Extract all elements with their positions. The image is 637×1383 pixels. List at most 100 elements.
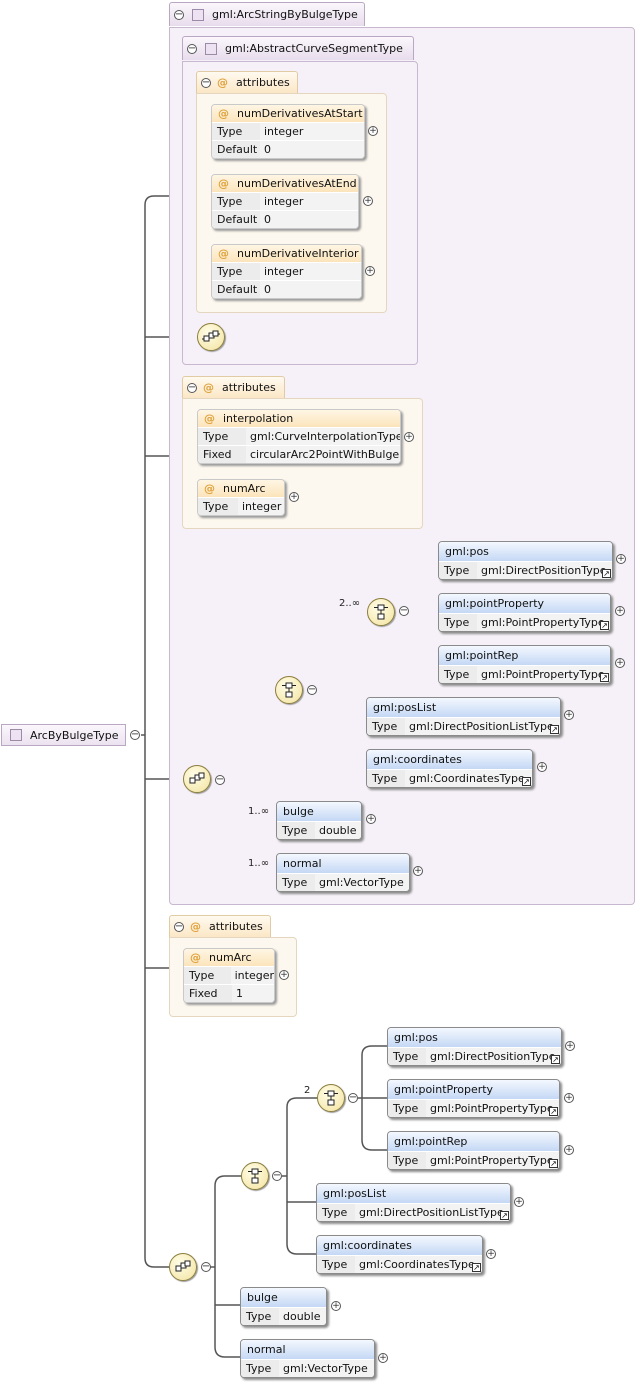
base-attributes-tab[interactable]: − @ attributes [182, 376, 285, 398]
element-name: gml:pointRep [388, 1132, 559, 1151]
attribute-numArc-own[interactable]: @ numArc Type integer Fixed 1 [183, 948, 275, 1003]
attribute-numDerivativeInterior[interactable]: @ numDerivativeInterior Type integer Defau… [211, 244, 362, 299]
reference-arrow-icon[interactable]: ↗ [549, 1107, 558, 1116]
sequence-compositor[interactable] [197, 323, 225, 351]
element-gml-pointProperty[interactable]: gml:pointProperty Type gml:PointPropertyT… [438, 593, 611, 632]
sequence-icon [248, 1168, 262, 1184]
row-value: 0 [260, 141, 364, 158]
expand-button[interactable]: + [615, 658, 625, 668]
attribute-numArc[interactable]: @ numArc Type integer [197, 479, 285, 516]
expand-button[interactable]: + [404, 432, 414, 442]
row-key: Fixed [198, 446, 246, 463]
reference-arrow-icon[interactable]: ↗ [602, 569, 611, 578]
sequence-compositor[interactable] [275, 676, 303, 704]
collapse-abstract-type-button[interactable]: − [187, 43, 197, 54]
expand-button[interactable]: + [537, 762, 547, 772]
sequence-compositor[interactable] [241, 1162, 269, 1190]
expand-button[interactable]: + [564, 1145, 574, 1155]
expand-button[interactable]: + [564, 1093, 574, 1103]
element-gml-posList[interactable]: gml:posList Type gml:DirectPositionListTy… [366, 697, 561, 736]
row-key: Default [212, 211, 260, 228]
row-value: 0 [260, 281, 361, 298]
expand-button[interactable]: + [565, 1041, 575, 1051]
expand-button[interactable]: + [616, 554, 626, 564]
element-normal[interactable]: normal Type gml:VectorType [276, 853, 410, 892]
collapse-attributes-button[interactable]: − [201, 77, 211, 88]
collapse-sequence-button[interactable]: − [201, 1262, 211, 1272]
element-name: gml:posList [367, 698, 560, 717]
attribute-numDerivativesAtEnd[interactable]: @ numDerivativesAtEnd Type integer Default… [211, 174, 359, 229]
element-gml-pos[interactable]: gml:pos Type gml:DirectPositionType ↗ [387, 1027, 562, 1066]
attribute-icon: @ [203, 381, 214, 394]
element-name: gml:posList [317, 1184, 510, 1203]
element-gml-pointRep[interactable]: gml:pointRep Type gml:PointPropertyType ↗ [438, 645, 611, 684]
expand-button[interactable]: + [413, 866, 423, 876]
row-value: integer [260, 193, 358, 210]
expand-button[interactable]: + [564, 710, 574, 720]
sequence-icon [282, 682, 296, 698]
expand-button[interactable]: + [289, 492, 299, 502]
expand-button[interactable]: + [615, 606, 625, 616]
expand-button[interactable]: + [279, 970, 289, 980]
collapse-base-type-button[interactable]: − [174, 9, 184, 20]
attribute-interpolation[interactable]: @ interpolation Type gml:CurveInterpolatio… [197, 409, 401, 464]
row-key: Default [212, 281, 260, 298]
type-key: Type [388, 1100, 426, 1117]
element-bulge[interactable]: bulge Type double [240, 1287, 327, 1326]
reference-arrow-icon[interactable]: ↗ [600, 673, 609, 682]
expand-button[interactable]: + [331, 1301, 341, 1311]
expand-button[interactable]: + [486, 1249, 496, 1259]
element-gml-pointProperty[interactable]: gml:pointProperty Type gml:PointPropertyT… [387, 1079, 560, 1118]
root-element[interactable]: ArcByBulgeType [1, 724, 126, 746]
element-gml-coordinates[interactable]: gml:coordinates Type gml:CoordinatesType … [366, 749, 533, 788]
element-name: normal [277, 854, 409, 873]
collapse-root-button[interactable]: − [130, 730, 140, 740]
attribute-name: numArc [223, 482, 266, 495]
expand-button[interactable]: + [365, 266, 375, 276]
element-gml-posList[interactable]: gml:posList Type gml:DirectPositionListTy… [316, 1183, 511, 1222]
attribute-icon: @ [217, 76, 228, 89]
element-gml-pos[interactable]: gml:pos Type gml:DirectPositionType ↗ [438, 541, 613, 580]
collapse-choice-button[interactable]: − [348, 1093, 358, 1103]
reference-arrow-icon[interactable]: ↗ [500, 1211, 509, 1220]
collapse-attributes-button[interactable]: − [187, 382, 197, 393]
attribute-name: interpolation [223, 412, 294, 425]
row-key: Type [198, 498, 238, 515]
reference-arrow-icon[interactable]: ↗ [522, 777, 531, 786]
reference-arrow-icon[interactable]: ↗ [600, 621, 609, 630]
abstract-type-tab[interactable]: − gml:AbstractCurveSegmentType [182, 36, 414, 60]
element-name: gml:coordinates [317, 1236, 482, 1255]
element-gml-coordinates[interactable]: gml:coordinates Type gml:CoordinatesType … [316, 1235, 483, 1274]
collapse-sequence-button[interactable]: − [272, 1171, 282, 1181]
expand-button[interactable]: + [368, 126, 378, 136]
base-type-tab[interactable]: − gml:ArcStringByBulgeType [169, 2, 365, 26]
reference-arrow-icon[interactable]: ↗ [549, 1159, 558, 1168]
expand-button[interactable]: + [363, 196, 373, 206]
element-bulge[interactable]: bulge Type double [276, 801, 362, 840]
sequence-compositor[interactable] [183, 765, 211, 793]
attribute-numDerivativesAtStart[interactable]: @ numDerivativesAtStart Type integer Defau… [211, 104, 365, 159]
reference-arrow-icon[interactable]: ↗ [472, 1263, 481, 1272]
type-key: Type [367, 770, 405, 787]
own-attributes-tab[interactable]: − @ attributes [169, 915, 271, 937]
collapse-choice-button[interactable]: − [399, 606, 409, 616]
type-key: Type [241, 1308, 279, 1325]
abstract-attributes-tab[interactable]: − @ attributes [196, 71, 298, 93]
expand-button[interactable]: + [378, 1353, 388, 1363]
type-key: Type [367, 718, 405, 735]
reference-arrow-icon[interactable]: ↗ [550, 725, 559, 734]
collapse-sequence-button[interactable]: − [307, 685, 317, 695]
element-gml-pointRep[interactable]: gml:pointRep Type gml:PointPropertyType ↗ [387, 1131, 560, 1170]
expand-button[interactable]: + [366, 814, 376, 824]
sequence-compositor[interactable] [169, 1253, 197, 1281]
row-key: Type [212, 123, 260, 140]
row-key: Type [198, 428, 246, 445]
reference-arrow-icon[interactable]: ↗ [551, 1055, 560, 1064]
expand-button[interactable]: + [514, 1197, 524, 1207]
row-value: integer [260, 123, 364, 140]
collapse-attributes-button[interactable]: − [174, 921, 184, 932]
collapse-sequence-button[interactable]: − [215, 775, 225, 785]
choice-compositor[interactable] [367, 598, 395, 626]
element-normal[interactable]: normal Type gml:VectorType [240, 1339, 375, 1378]
choice-compositor[interactable] [317, 1084, 345, 1112]
